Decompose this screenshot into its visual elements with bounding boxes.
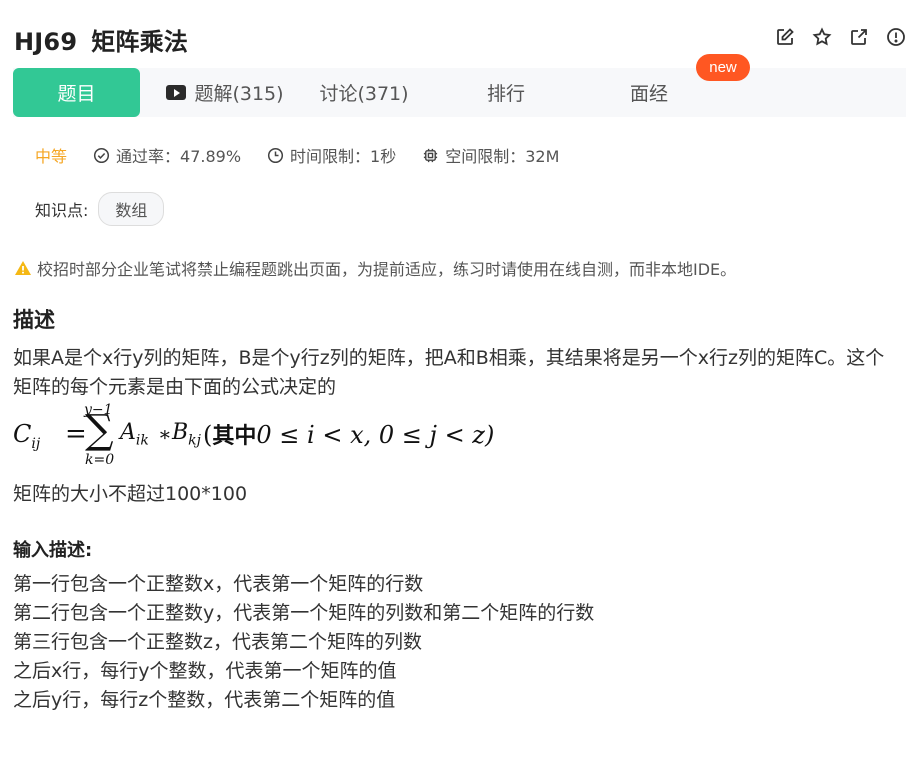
tab-problem[interactable]: 题目 [13, 68, 140, 117]
knowledge-tag[interactable]: 数组 [98, 192, 165, 226]
time-limit: 时间限制：1秒 [267, 143, 396, 167]
notice: 校招时部分企业笔试将禁止编程题跳出页面，为提前适应，练习时请使用在线自测，而非本… [14, 256, 736, 280]
size-limit-text: 矩阵的大小不超过100*100 [13, 483, 248, 505]
memory-limit-text: 空间限制：32M [445, 147, 560, 166]
formula-multiply: ∗ [158, 422, 172, 446]
tab-solutions[interactable]: 题解(315) [165, 68, 285, 117]
formula: Cij = y−1 ∑ k=0 Aik ∗ Bkj (其中0 ≤ i < x, … [13, 402, 613, 472]
input-description: 第一行包含一个正整数x，代表第一个矩阵的行数 第二行包含一个正整数y，代表第一个… [13, 570, 893, 715]
formula-sigma: ∑ [85, 407, 114, 453]
problem-name: 矩阵乘法 [91, 28, 189, 56]
formula-equals: = [65, 419, 87, 449]
description-heading: 描述 [13, 308, 55, 332]
input-heading: 输入描述: [13, 540, 93, 561]
warning-icon [15, 261, 31, 275]
input-line: 第二行包含一个正整数y，代表第一个矩阵的列数和第二个矩阵的行数 [13, 602, 595, 624]
star-icon[interactable] [811, 26, 832, 47]
tab-interview-label: 面经 [629, 83, 668, 105]
problem-meta: 中等 通过率：47.89% 时间限制：1秒 空间限制：32M [35, 143, 585, 167]
tab-solutions-label: 题解(315) [194, 83, 284, 105]
clock-icon [267, 147, 284, 163]
tab-interview[interactable]: 面经 [606, 68, 692, 117]
difficulty-label: 中等 [35, 147, 68, 166]
alert-icon[interactable] [885, 26, 906, 47]
knowledge-points: 知识点: 数组 [35, 192, 165, 226]
video-icon [166, 85, 187, 100]
notice-text: 校招时部分企业笔试将禁止编程题跳出页面，为提前适应，练习时请使用在线自测，而非本… [37, 260, 737, 279]
tab-bar: 题目 题解(315) 讨论(371) 排行 面经 [13, 68, 906, 117]
pass-rate: 通过率：47.89% [93, 143, 241, 167]
new-badge: new [696, 54, 750, 81]
check-circle-icon [93, 147, 110, 163]
tab-discussion[interactable]: 讨论(371) [309, 68, 419, 117]
memory-limit: 空间限制：32M [422, 143, 559, 167]
header-actions [774, 26, 906, 47]
tab-problem-label: 题目 [57, 83, 96, 105]
formula-condition: (其中0 ≤ i < x, 0 ≤ j < z) [203, 421, 495, 449]
formula-a: Aik [120, 420, 149, 449]
chip-icon [424, 148, 438, 162]
edit-icon[interactable] [774, 26, 795, 47]
input-line: 之后x行，每行y个整数，代表第一个矩阵的值 [13, 660, 397, 682]
input-line: 第一行包含一个正整数x，代表第一个矩阵的行数 [13, 573, 424, 595]
formula-b: Bkj [172, 420, 201, 449]
page-title: HJ69 矩阵乘法 [14, 22, 188, 57]
tab-ranking[interactable]: 排行 [463, 68, 549, 117]
description-text: 如果A是个x行y列的矩阵，B是个y行z列的矩阵，把A和B相乘，其结果将是另一个x… [13, 344, 893, 402]
pass-rate-text: 通过率：47.89% [116, 147, 242, 166]
input-line: 之后y行，每行z个整数，代表第二个矩阵的值 [13, 689, 396, 711]
input-line: 第三行包含一个正整数z，代表第二个矩阵的列数 [13, 631, 422, 653]
knowledge-label: 知识点: [35, 201, 89, 220]
external-link-icon[interactable] [848, 26, 869, 47]
tab-discussion-label: 讨论(371) [319, 83, 409, 105]
description-line-2: 矩阵的每个元素是由下面的公式决定的 [13, 376, 337, 398]
problem-code: HJ69 [14, 28, 78, 56]
description-line-1: 如果A是个x行y列的矩阵，B是个y行z列的矩阵，把A和B相乘，其结果将是另一个x… [13, 347, 885, 369]
formula-sum-bottom: k=0 [85, 452, 115, 468]
formula-lhs: Cij [13, 420, 41, 452]
time-limit-text: 时间限制：1秒 [290, 147, 397, 166]
tab-ranking-label: 排行 [486, 83, 525, 105]
